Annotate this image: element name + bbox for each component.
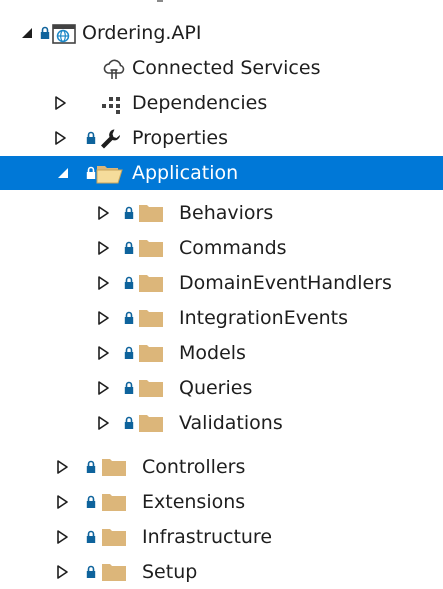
connected-services-icon bbox=[103, 59, 125, 79]
tree-item-label: Behaviors bbox=[179, 202, 274, 224]
triangle-collapsed-icon[interactable] bbox=[56, 494, 70, 510]
tree-item-label: DomainEventHandlers bbox=[179, 272, 392, 294]
triangle-collapsed-icon[interactable] bbox=[54, 130, 68, 146]
triangle-collapsed-icon[interactable] bbox=[97, 205, 111, 221]
tree-item-label: Infrastructure bbox=[142, 526, 273, 548]
lock-icon bbox=[124, 346, 134, 359]
solution-explorer-tree: Ordering.API Connected Services Dependen… bbox=[0, 0, 443, 588]
folder-icon bbox=[102, 529, 126, 546]
folder-icon bbox=[139, 275, 163, 292]
folder-icon bbox=[139, 415, 163, 432]
lock-icon bbox=[86, 495, 96, 508]
triangle-collapsed-icon[interactable] bbox=[97, 310, 111, 326]
folder-icon bbox=[102, 564, 126, 581]
lock-icon bbox=[86, 530, 96, 543]
triangle-expanded-icon[interactable] bbox=[20, 25, 34, 41]
tree-item-label: Controllers bbox=[142, 456, 246, 478]
tree-item-application[interactable]: Application bbox=[0, 156, 443, 190]
triangle-collapsed-icon[interactable] bbox=[97, 345, 111, 361]
tree-item-label: Models bbox=[179, 342, 246, 364]
tree-item-commands[interactable]: Commands bbox=[0, 231, 443, 265]
triangle-collapsed-icon[interactable] bbox=[56, 564, 70, 580]
tree-item-label: Setup bbox=[142, 561, 198, 583]
folder-icon bbox=[102, 459, 126, 476]
tree-item-extensions[interactable]: Extensions bbox=[0, 485, 443, 519]
folder-icon bbox=[139, 345, 163, 362]
triangle-collapsed-icon[interactable] bbox=[54, 95, 68, 111]
tree-item-infrastructure[interactable]: Infrastructure bbox=[0, 520, 443, 554]
triangle-collapsed-icon[interactable] bbox=[97, 240, 111, 256]
tree-item-label: Connected Services bbox=[132, 57, 321, 79]
lock-icon bbox=[124, 206, 134, 219]
folder-open-icon bbox=[96, 166, 123, 184]
tree-item-domaineventhandlers[interactable]: DomainEventHandlers bbox=[0, 266, 443, 300]
tree-item-label: Queries bbox=[179, 377, 253, 399]
tree-item-dependencies[interactable]: Dependencies bbox=[0, 86, 443, 120]
lock-icon bbox=[86, 131, 96, 144]
lock-icon bbox=[124, 276, 134, 289]
triangle-collapsed-icon[interactable] bbox=[97, 415, 111, 431]
triangle-collapsed-icon[interactable] bbox=[97, 275, 111, 291]
scroll-remnant bbox=[157, 0, 163, 2]
lock-icon bbox=[86, 460, 96, 473]
lock-icon bbox=[124, 416, 134, 429]
tree-item-label: Application bbox=[132, 162, 239, 184]
triangle-collapsed-icon[interactable] bbox=[56, 529, 70, 545]
folder-icon bbox=[139, 310, 163, 327]
dependencies-icon bbox=[102, 97, 120, 114]
web-project-icon bbox=[52, 24, 76, 44]
triangle-collapsed-icon[interactable] bbox=[97, 380, 111, 396]
tree-item-models[interactable]: Models bbox=[0, 336, 443, 370]
tree-item-connected-services[interactable]: Connected Services bbox=[0, 51, 443, 85]
tree-item-integrationevents[interactable]: IntegrationEvents bbox=[0, 301, 443, 335]
tree-item-setup[interactable]: Setup bbox=[0, 555, 443, 589]
triangle-expanded-icon[interactable] bbox=[56, 165, 70, 181]
tree-item-behaviors[interactable]: Behaviors bbox=[0, 196, 443, 230]
tree-item-queries[interactable]: Queries bbox=[0, 371, 443, 405]
lock-icon bbox=[40, 26, 50, 39]
lock-icon bbox=[124, 241, 134, 254]
lock-icon bbox=[86, 166, 96, 179]
folder-icon bbox=[139, 380, 163, 397]
tree-item-label: Extensions bbox=[142, 491, 246, 513]
tree-item-validations[interactable]: Validations bbox=[0, 406, 443, 440]
tree-item-label: Commands bbox=[179, 237, 287, 259]
lock-icon bbox=[124, 311, 134, 324]
tree-item-properties[interactable]: Properties bbox=[0, 121, 443, 155]
lock-icon bbox=[86, 565, 96, 578]
tree-item-ordering-api[interactable]: Ordering.API bbox=[0, 16, 443, 50]
folder-icon bbox=[102, 494, 126, 511]
tree-item-label: Ordering.API bbox=[82, 22, 202, 44]
folder-icon bbox=[139, 240, 163, 257]
tree-item-label: Properties bbox=[132, 127, 229, 149]
folder-icon bbox=[139, 205, 163, 222]
wrench-icon bbox=[101, 129, 120, 149]
tree-item-label: Validations bbox=[179, 412, 283, 434]
tree-item-label: Dependencies bbox=[132, 92, 268, 114]
tree-item-controllers[interactable]: Controllers bbox=[0, 450, 443, 484]
lock-icon bbox=[124, 381, 134, 394]
tree-item-label: IntegrationEvents bbox=[179, 307, 349, 329]
triangle-collapsed-icon[interactable] bbox=[56, 459, 70, 475]
